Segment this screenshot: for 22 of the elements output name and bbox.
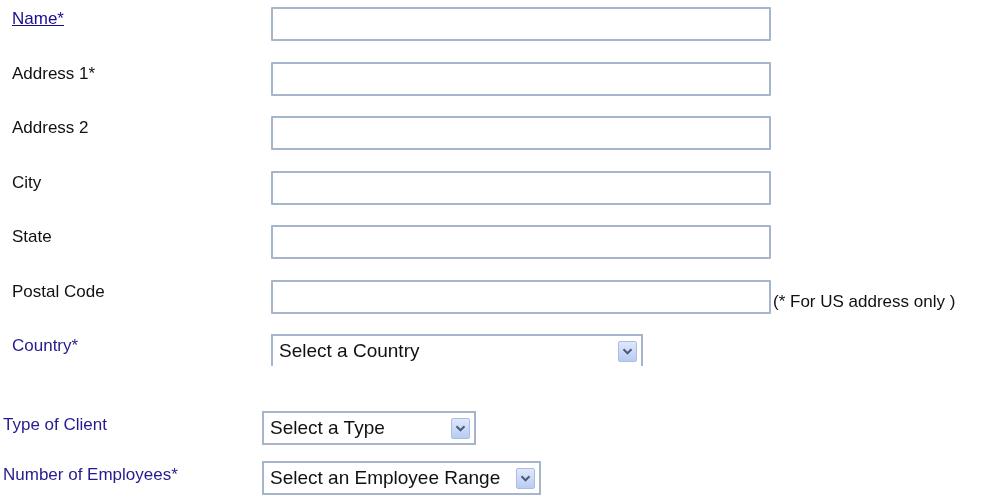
- field-label: Address 1*: [12, 62, 96, 84]
- dropdown-select[interactable]: Select a Type: [262, 411, 476, 445]
- field-label: City: [12, 171, 42, 193]
- field-label: State: [12, 226, 52, 247]
- field-label: Country*: [12, 335, 79, 356]
- field-label: Address 2: [12, 117, 89, 138]
- text-field[interactable]: [271, 116, 771, 150]
- chevron-down-icon: [516, 467, 536, 489]
- text-field[interactable]: [271, 7, 771, 41]
- text-field[interactable]: [271, 170, 771, 205]
- field-label-link[interactable]: Name*: [12, 7, 64, 29]
- dropdown-select[interactable]: Select a Country: [271, 334, 643, 366]
- field-label: Type of Client: [3, 414, 107, 435]
- field-label: Number of Employees*: [3, 464, 178, 485]
- dropdown-select[interactable]: Select an Employee Range: [262, 461, 542, 495]
- chevron-down-icon: [451, 417, 470, 439]
- hint-text: (* For US address only ): [773, 291, 956, 313]
- chevron-down-icon: [618, 340, 637, 362]
- field-label: Postal Code: [12, 280, 105, 302]
- text-field[interactable]: [271, 279, 771, 314]
- text-field[interactable]: [271, 61, 771, 96]
- text-field[interactable]: [271, 225, 771, 259]
